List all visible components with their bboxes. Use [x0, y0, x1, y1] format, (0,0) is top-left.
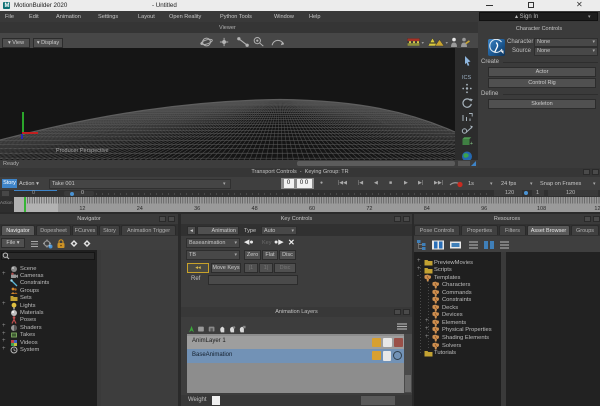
- svg-text:+: +: [470, 141, 473, 147]
- svg-text:ICS: ICS: [462, 75, 472, 81]
